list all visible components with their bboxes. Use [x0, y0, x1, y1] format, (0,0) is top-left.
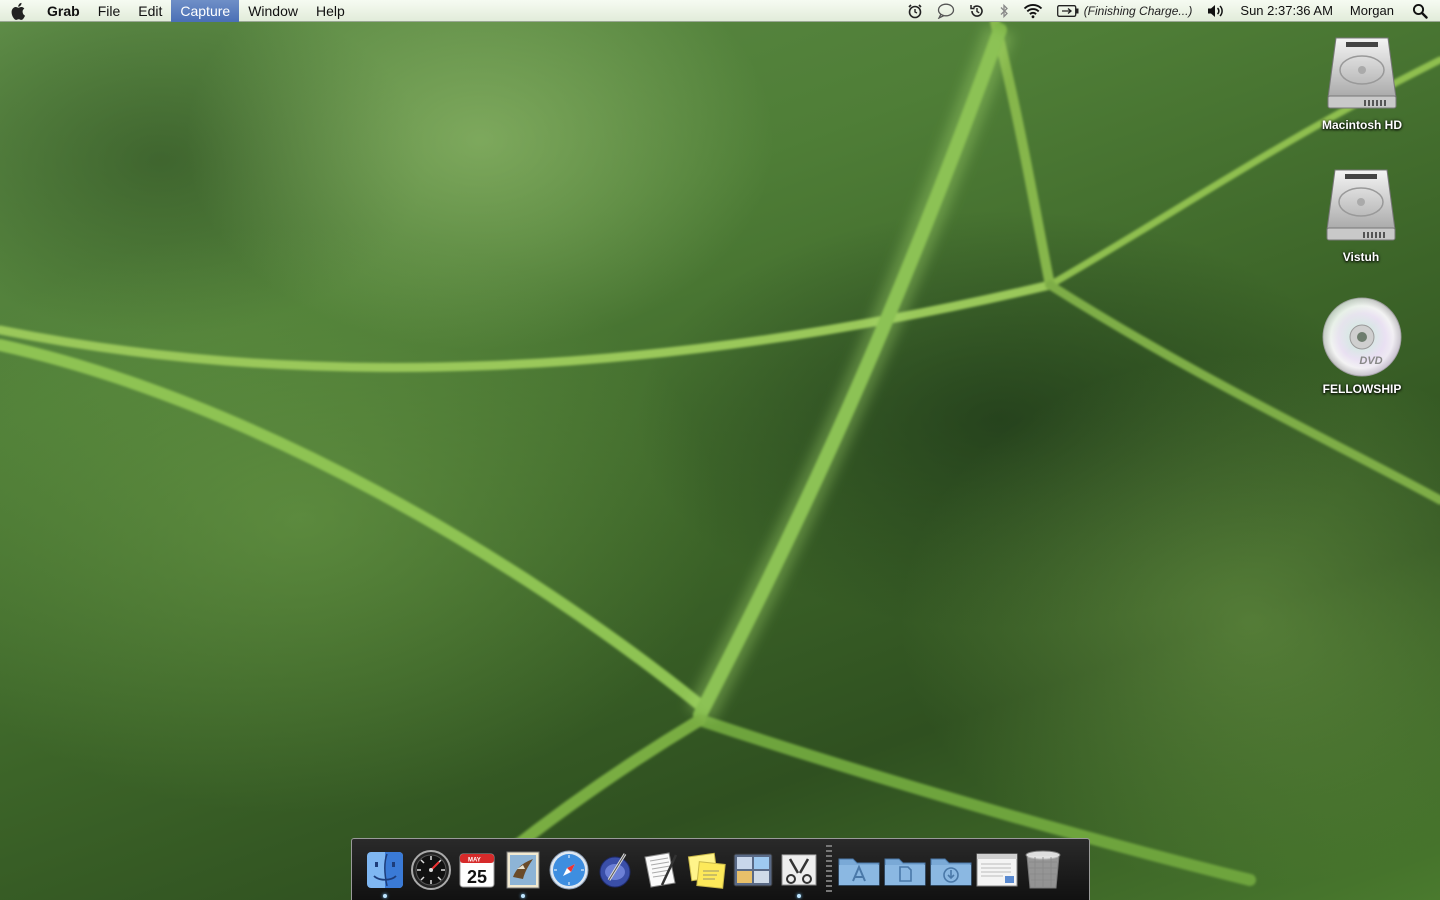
alarm-icon[interactable]: [900, 0, 930, 22]
desktop-icon-fellowship[interactable]: DVD FELLOWSHIP: [1307, 296, 1417, 396]
menu-edit[interactable]: Edit: [129, 0, 171, 22]
bluetooth-icon[interactable]: [992, 0, 1016, 22]
desktop-icon-label: Vistuh: [1342, 250, 1380, 264]
desktop-icon-label: FELLOWSHIP: [1322, 382, 1402, 396]
battery-icon: [1056, 4, 1079, 17]
svg-text:DVD: DVD: [1359, 355, 1382, 367]
safari-icon: [549, 850, 589, 889]
dock-item-window-preview[interactable]: [974, 839, 1020, 900]
desktop-icon-label: Macintosh HD: [1321, 118, 1402, 132]
desktop-icon-vistuh[interactable]: Vistuh: [1306, 166, 1416, 264]
dock-separator[interactable]: [826, 844, 832, 895]
app-menu-grab[interactable]: Grab: [38, 0, 89, 22]
dock-item-stickies[interactable]: [684, 839, 730, 900]
dock-item-ichat[interactable]: [592, 839, 638, 900]
dock-stack-applications[interactable]: [836, 839, 882, 900]
dock-stack-downloads[interactable]: [928, 839, 974, 900]
mail-icon: [506, 851, 540, 888]
dock-item-finder[interactable]: [362, 839, 408, 900]
dashboard-icon: [411, 849, 451, 890]
applications-folder-icon: [838, 858, 880, 885]
dock-stack-documents[interactable]: [882, 839, 928, 900]
desktop-icon-macintosh-hd[interactable]: Macintosh HD: [1307, 34, 1417, 132]
dock-item-trash[interactable]: [1020, 839, 1066, 900]
hard-drive-icon: [1327, 37, 1397, 109]
apple-menu-icon[interactable]: [0, 0, 38, 22]
dock: MAY 25: [351, 838, 1090, 900]
spotlight-search-icon[interactable]: [1404, 0, 1440, 22]
dock-item-spaces[interactable]: [730, 839, 776, 900]
window-preview-icon: [976, 853, 1018, 886]
user-name[interactable]: Morgan: [1340, 0, 1404, 22]
stickies-icon: [687, 852, 726, 889]
ichat-icon: [599, 852, 631, 887]
battery-status[interactable]: (Finishing Charge...): [1050, 0, 1200, 22]
menu-capture[interactable]: Capture: [171, 0, 240, 22]
menu-bar: Grab File Edit Capture Window Help (Fini…: [0, 0, 1440, 22]
trash-icon: [1025, 850, 1061, 888]
dock-item-safari[interactable]: [546, 839, 592, 900]
dock-item-mail[interactable]: [500, 839, 546, 900]
running-indicator: [521, 893, 525, 898]
dock-item-grab[interactable]: [776, 839, 822, 900]
finder-icon: [367, 851, 403, 888]
menubar-clock[interactable]: Sun 2:37:36 AM: [1233, 0, 1340, 22]
wifi-icon[interactable]: [1016, 0, 1050, 22]
dock-item-ical[interactable]: MAY 25: [454, 839, 500, 900]
ical-day-text: 25: [467, 867, 487, 887]
chat-bubble-icon[interactable]: [930, 0, 962, 22]
battery-text: (Finishing Charge...): [1083, 3, 1193, 18]
textedit-icon: [644, 851, 678, 888]
menu-file[interactable]: File: [89, 0, 130, 22]
documents-folder-icon: [884, 858, 926, 885]
desktop-wallpaper: [0, 0, 1440, 900]
volume-icon[interactable]: [1199, 0, 1233, 22]
hard-drive-icon: [1326, 169, 1396, 241]
ical-icon: MAY 25: [459, 853, 495, 887]
time-machine-icon[interactable]: [962, 0, 992, 22]
dvd-icon: DVD: [1322, 297, 1402, 377]
menu-window[interactable]: Window: [239, 0, 307, 22]
running-indicator: [797, 893, 801, 898]
menu-help[interactable]: Help: [307, 0, 354, 22]
ical-month-text: MAY: [468, 857, 481, 863]
downloads-folder-icon: [930, 858, 972, 885]
dock-item-dashboard[interactable]: [408, 839, 454, 900]
running-indicator: [383, 893, 387, 898]
dock-item-textedit[interactable]: [638, 839, 684, 900]
spaces-icon: [733, 853, 773, 886]
grab-icon: [781, 854, 817, 885]
